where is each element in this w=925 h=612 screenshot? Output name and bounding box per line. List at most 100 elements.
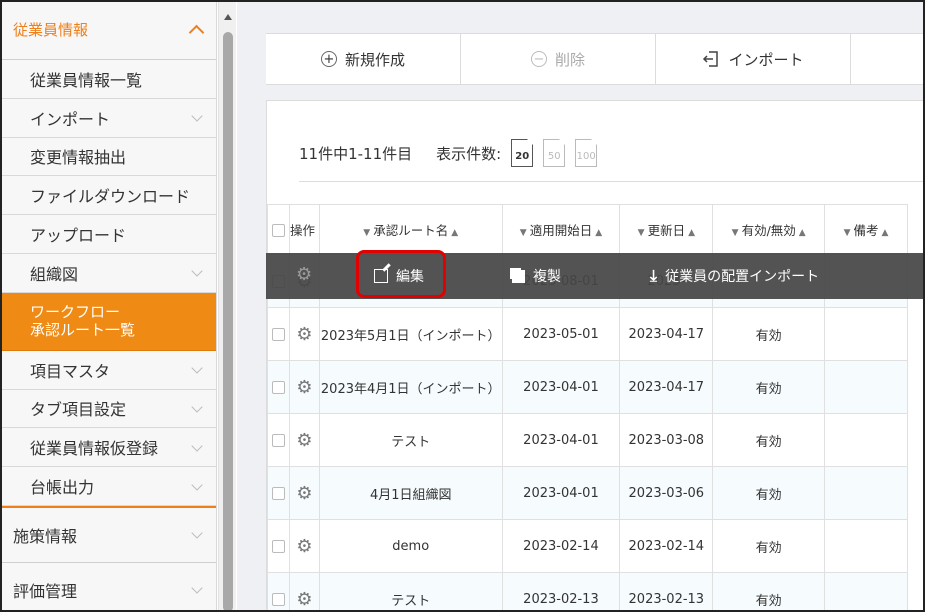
col-valid[interactable]: ▼ 有効/無効 ▲ bbox=[712, 204, 826, 255]
row-checkbox[interactable] bbox=[271, 380, 285, 394]
col-note[interactable]: ▼ 備考 ▲ bbox=[824, 204, 908, 255]
row-ops-cell: ⚙ bbox=[288, 413, 320, 467]
sidebar-section-policy-info[interactable]: 施策情報 bbox=[0, 508, 216, 563]
chevron-down-icon bbox=[191, 110, 203, 122]
note-cell bbox=[824, 572, 908, 612]
toolbar: + 新規作成 − 削除 インポート bbox=[266, 33, 925, 85]
per-page-100-button[interactable]: 100 bbox=[575, 139, 598, 167]
row-checkbox[interactable] bbox=[271, 327, 285, 341]
start-date-cell: 2023-02-13 bbox=[501, 572, 621, 612]
route-name-cell: 2023年5月1日（インポート） bbox=[318, 307, 503, 361]
valid-cell: 有効 bbox=[712, 360, 826, 414]
col-route-label: 承認ルート名 bbox=[373, 223, 449, 238]
col-ops: 操作 bbox=[288, 204, 320, 255]
start-date-cell: 2023-05-01 bbox=[501, 307, 621, 361]
gear-icon[interactable]: ⚙ bbox=[296, 536, 312, 557]
col-route-name[interactable]: ▼ 承認ルート名 ▲ bbox=[318, 204, 503, 255]
sidebar-item-label: 項目マスタ bbox=[30, 361, 111, 381]
row-select-cell bbox=[267, 572, 290, 612]
sidebar-section-employee-info[interactable]: 従業員情報 bbox=[0, 0, 216, 60]
col-note-label: 備考 bbox=[853, 223, 879, 238]
row-checkbox[interactable] bbox=[271, 486, 285, 500]
row-checkbox[interactable] bbox=[271, 433, 285, 447]
per-page-label: 表示件数: bbox=[436, 144, 502, 163]
chevron-down-icon bbox=[191, 582, 203, 595]
note-cell bbox=[824, 360, 908, 414]
sidebar-item-label: アップロード bbox=[30, 226, 127, 246]
col-updated-label: 更新日 bbox=[647, 223, 686, 238]
row-select-cell bbox=[267, 519, 290, 573]
sort-asc-icon: ▲ bbox=[451, 228, 459, 238]
table-row[interactable]: ⚙ 4月1日組織図 2023-04-01 2023-03-06 有効 bbox=[267, 466, 908, 520]
sidebar-item-item-master[interactable]: 項目マスタ bbox=[0, 350, 216, 390]
table-row[interactable]: ⚙ テスト 2023-02-13 2023-02-13 有効 bbox=[267, 572, 908, 612]
delete-button[interactable]: − 削除 bbox=[461, 34, 656, 84]
sidebar-header-label: 従業員情報 bbox=[13, 21, 89, 39]
scroll-up-icon[interactable] bbox=[224, 14, 232, 20]
gear-icon[interactable]: ⚙ bbox=[296, 430, 312, 451]
col-start-date[interactable]: ▼ 適用開始日 ▲ bbox=[501, 204, 621, 255]
sidebar: 従業員情報 従業員情報一覧 インポート 変更情報抽出 ファイルダウンロード アッ… bbox=[0, 0, 217, 612]
updated-date-cell: 2023-03-08 bbox=[619, 413, 714, 467]
sidebar-section-label: 施策情報 bbox=[13, 526, 78, 546]
gear-icon[interactable]: ⚙ bbox=[296, 377, 312, 398]
sort-asc-icon: ▲ bbox=[881, 228, 889, 238]
plus-circle-icon: + bbox=[320, 51, 337, 67]
chevron-down-icon bbox=[191, 478, 203, 491]
table-row[interactable]: ⚙ 2023年4月1日（インポート） 2023-04-01 2023-04-17… bbox=[267, 360, 908, 414]
sidebar-item-employee-list[interactable]: 従業員情報一覧 bbox=[0, 60, 216, 99]
row-select-cell bbox=[267, 466, 290, 520]
per-page-50-button[interactable]: 50 bbox=[543, 139, 566, 167]
updated-date-cell: 2023-04-17 bbox=[619, 307, 714, 361]
vertical-scrollbar[interactable] bbox=[218, 0, 236, 612]
sidebar-item-upload[interactable]: アップロード bbox=[0, 215, 216, 254]
sidebar-item-workflow-routes[interactable]: ワークフロー 承認ルート一覧 bbox=[0, 292, 216, 351]
sidebar-item-label: 組織図 bbox=[30, 264, 79, 284]
import-button-label: インポート bbox=[728, 50, 804, 69]
table-row[interactable]: ⚙ 2023年5月1日（インポート） 2023-05-01 2023-04-17… bbox=[267, 307, 908, 361]
row-checkbox[interactable] bbox=[271, 539, 285, 553]
minus-circle-icon: − bbox=[530, 51, 547, 67]
gear-icon[interactable]: ⚙ bbox=[296, 264, 312, 285]
delete-button-label: 削除 bbox=[554, 50, 585, 69]
table-row[interactable]: ⚙ テスト 2023-04-01 2023-03-08 有効 bbox=[267, 413, 908, 467]
new-button[interactable]: + 新規作成 bbox=[266, 34, 461, 84]
col-start-label: 適用開始日 bbox=[529, 223, 593, 238]
sidebar-item-file-download[interactable]: ファイルダウンロード bbox=[0, 176, 216, 216]
placement-import-action[interactable]: ⤓ 従業員の配置インポート bbox=[650, 253, 819, 299]
valid-cell: 有効 bbox=[712, 519, 826, 573]
sidebar-item-import[interactable]: インポート bbox=[0, 98, 216, 138]
start-date-cell: 2023-02-14 bbox=[501, 519, 621, 573]
table-row[interactable]: ⚙ demo 2023-02-14 2023-02-14 有効 bbox=[267, 519, 908, 573]
sidebar-item-tab-settings[interactable]: タブ項目設定 bbox=[0, 389, 216, 429]
select-all-checkbox[interactable] bbox=[271, 224, 285, 237]
note-cell bbox=[824, 466, 908, 520]
updated-date-cell: 2023-03-06 bbox=[619, 466, 714, 520]
row-checkbox[interactable] bbox=[271, 592, 285, 606]
sidebar-item-change-extract[interactable]: 変更情報抽出 bbox=[0, 137, 216, 177]
chevron-down-icon bbox=[191, 440, 203, 452]
sort-asc-icon: ▲ bbox=[688, 228, 695, 238]
sidebar-item-org-chart[interactable]: 組織図 bbox=[0, 253, 216, 293]
sort-desc-icon: ▼ bbox=[363, 228, 371, 238]
sidebar-section-evaluation[interactable]: 評価管理 bbox=[0, 563, 216, 612]
chevron-down-icon bbox=[191, 401, 203, 413]
row-ops-cell: ⚙ bbox=[288, 572, 320, 612]
updated-date-cell: 2023-02-13 bbox=[619, 572, 714, 612]
copy-action[interactable]: 複製 bbox=[512, 253, 561, 299]
col-updated-date[interactable]: ▼ 更新日 ▲ bbox=[619, 204, 714, 255]
sidebar-item-label: タブ項目設定 bbox=[30, 400, 127, 420]
scrollbar-thumb[interactable] bbox=[223, 32, 233, 612]
chevron-down-icon bbox=[191, 265, 203, 278]
valid-cell: 有効 bbox=[712, 413, 826, 467]
gear-icon[interactable]: ⚙ bbox=[296, 483, 312, 504]
sidebar-item-ledger-output[interactable]: 台帳出力 bbox=[0, 467, 216, 506]
import-button[interactable]: インポート bbox=[656, 34, 851, 84]
per-page-20-button[interactable]: 20 bbox=[511, 139, 534, 167]
gear-icon[interactable]: ⚙ bbox=[296, 589, 312, 610]
chevron-down-icon bbox=[191, 527, 203, 540]
gear-icon[interactable]: ⚙ bbox=[296, 324, 312, 345]
placement-import-label: 従業員の配置インポート bbox=[665, 269, 820, 285]
sidebar-item-label: 変更情報抽出 bbox=[30, 148, 127, 168]
sidebar-item-temp-registration[interactable]: 従業員情報仮登録 bbox=[0, 428, 216, 468]
